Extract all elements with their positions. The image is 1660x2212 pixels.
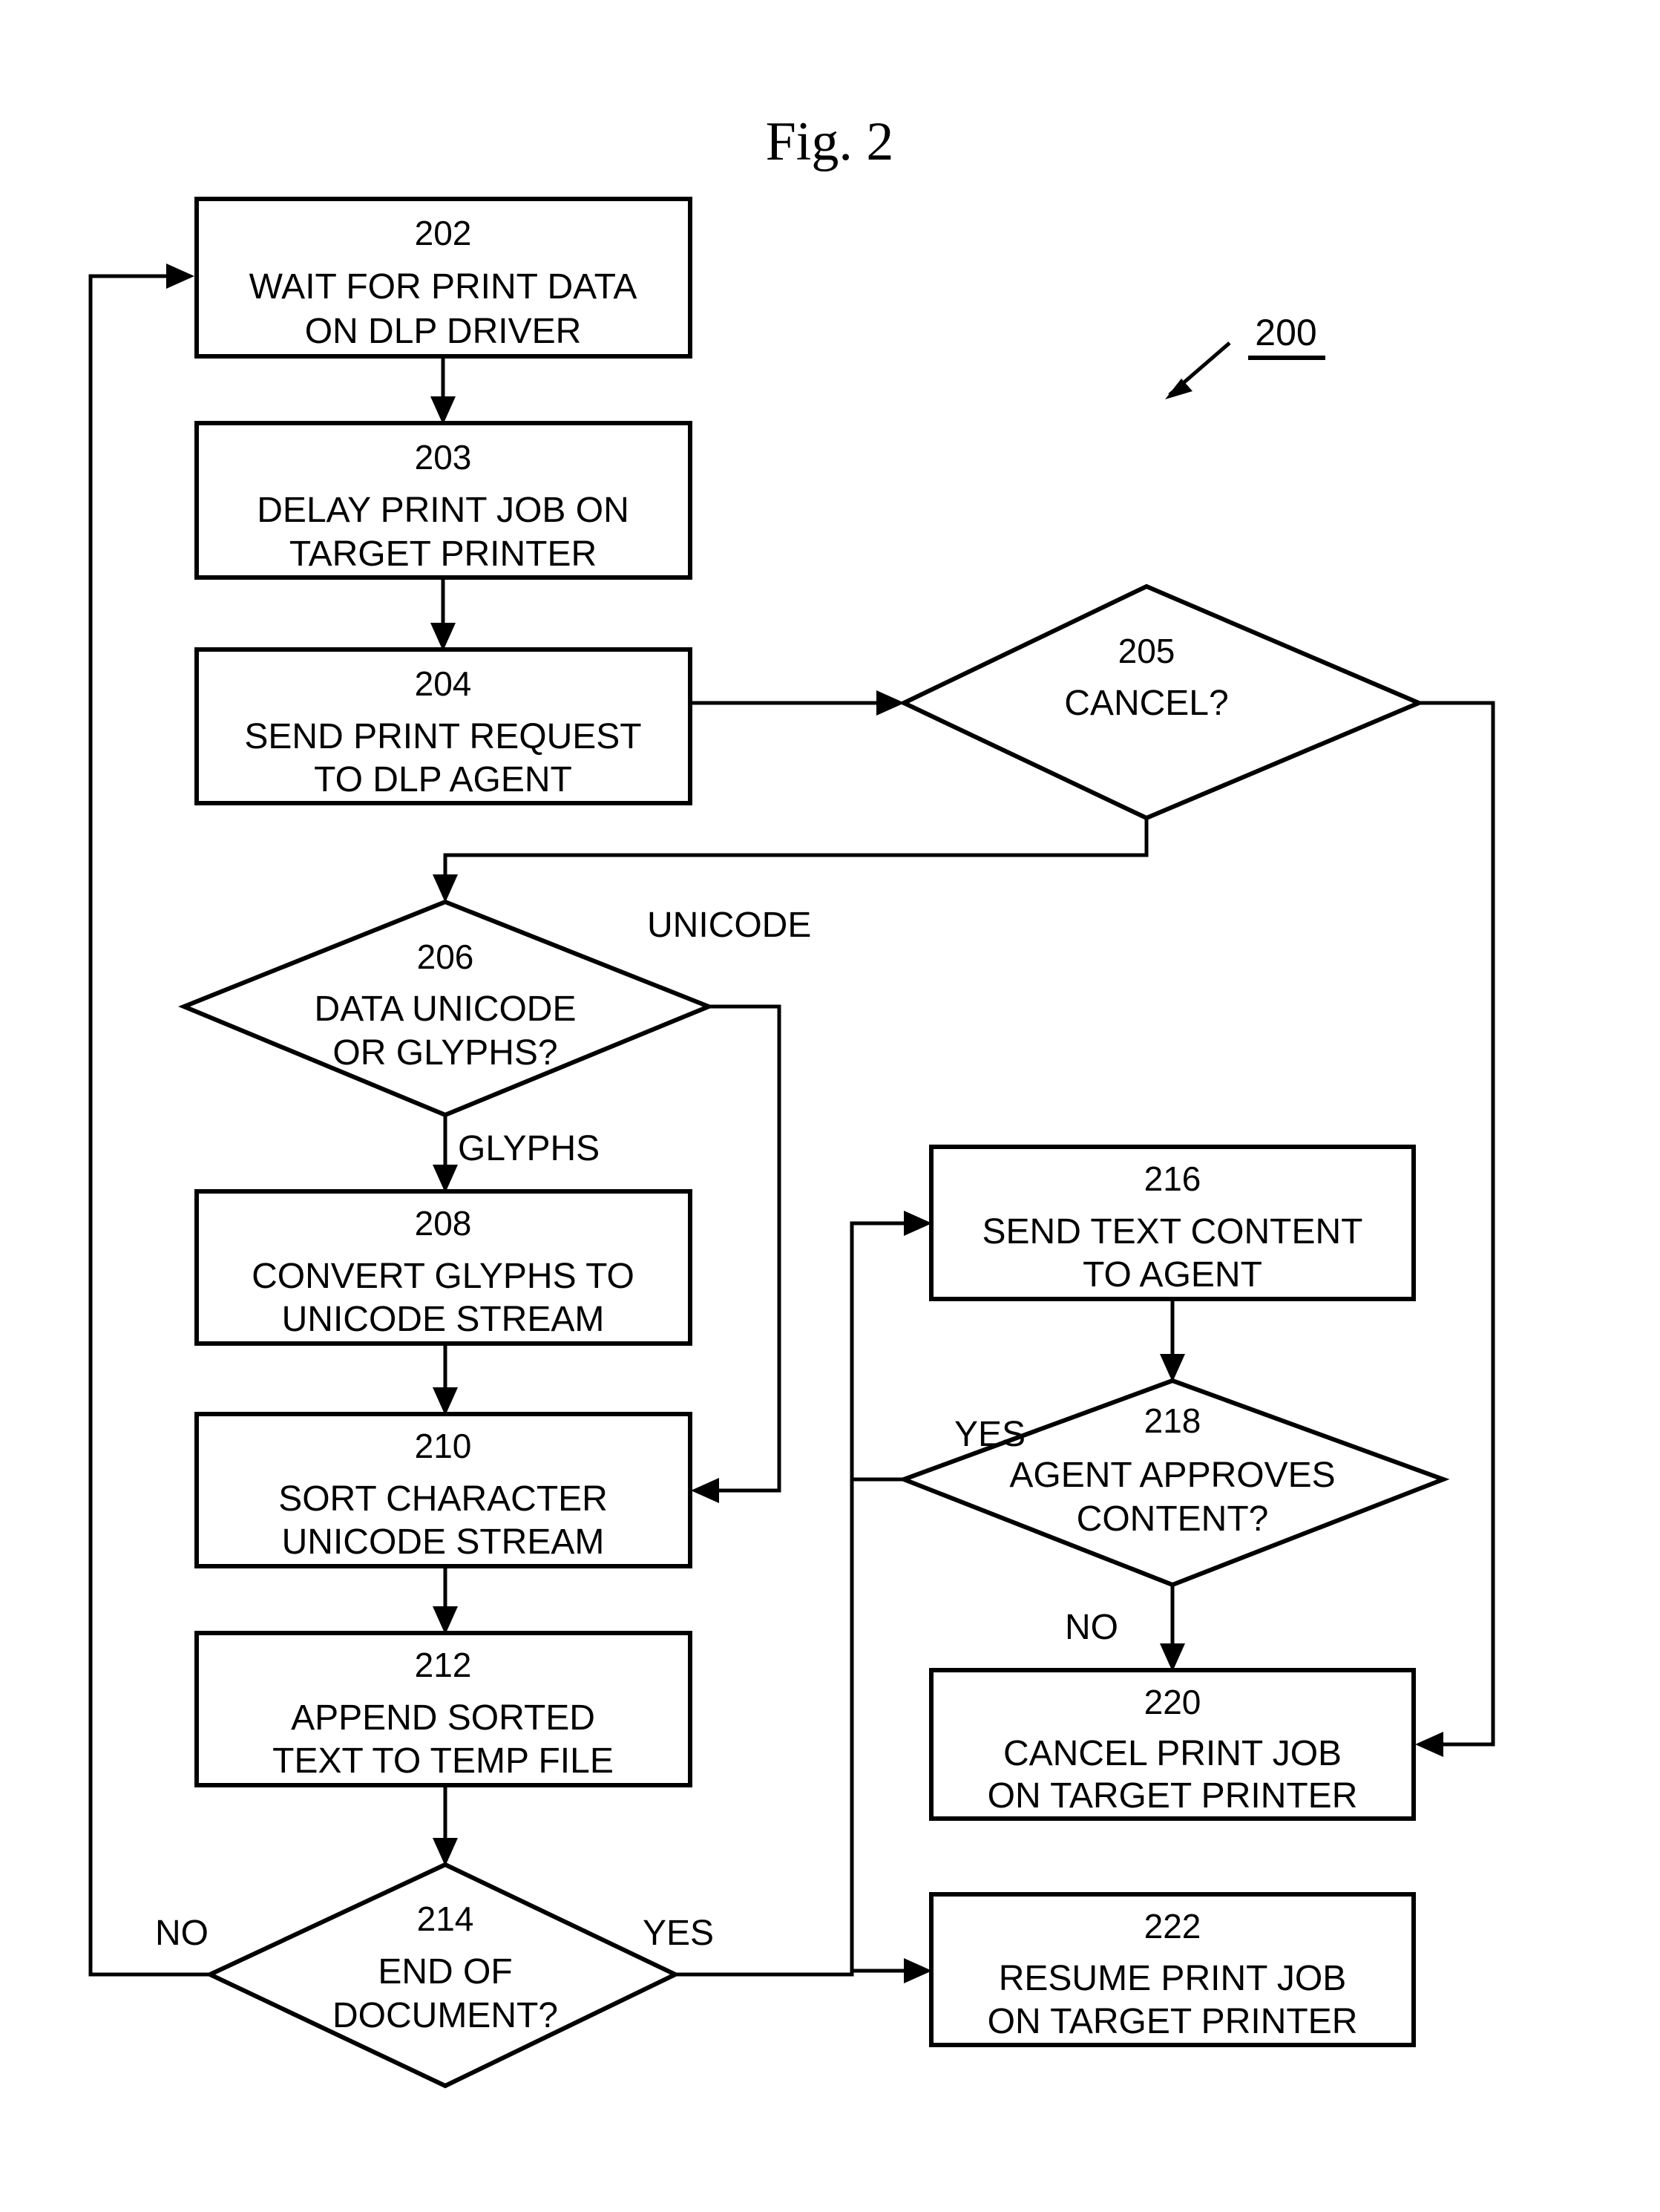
node-212-ref: 212: [415, 1646, 472, 1684]
edge-212-to-214: [433, 1785, 458, 1866]
edge-214-no-to-202: [88, 264, 210, 1977]
node-222[interactable]: 222 RESUME PRINT JOB ON TARGET PRINTER: [929, 1892, 1416, 2047]
edge-206-glyphs-to-208: [433, 1115, 458, 1193]
figure-canvas: Fig. 2 200 202 WAIT FOR PRINT DATA ON DL…: [0, 0, 1660, 2212]
figure-title: Fig. 2: [766, 111, 894, 172]
node-206[interactable]: 206 DATA UNICODE OR GLYPHS?: [178, 899, 715, 1118]
node-214[interactable]: 214 END OF DOCUMENT?: [204, 1862, 680, 2089]
node-202-line2: ON DLP DRIVER: [305, 312, 582, 351]
node-204-ref: 204: [415, 664, 472, 703]
node-203-ref: 203: [415, 438, 472, 477]
node-205-ref: 205: [1118, 632, 1175, 670]
node-208-line1: CONVERT GLYPHS TO: [252, 1257, 634, 1296]
node-214-ref: 214: [417, 1899, 474, 1938]
node-210-ref: 210: [415, 1427, 472, 1465]
node-222-line1: RESUME PRINT JOB: [999, 1959, 1347, 1998]
node-203-line2: TARGET PRINTER: [289, 534, 597, 574]
node-203-line1: DELAY PRINT JOB ON: [257, 491, 629, 530]
edge-216-to-218: [1160, 1299, 1185, 1382]
node-202-ref: 202: [415, 214, 472, 252]
node-208[interactable]: 208 CONVERT GLYPHS TO UNICODE STREAM: [194, 1189, 692, 1346]
node-216-ref: 216: [1144, 1159, 1201, 1198]
node-206-line1: DATA UNICODE: [315, 989, 577, 1029]
edge-204-to-205: [690, 690, 905, 716]
node-218[interactable]: 218 AGENT APPROVES CONTENT?: [897, 1378, 1450, 1588]
node-220-ref: 220: [1144, 1683, 1201, 1721]
node-218-line2: CONTENT?: [1077, 1499, 1269, 1539]
edge-label-glyphs: GLYPHS: [458, 1129, 600, 1168]
node-210-line2: UNICODE STREAM: [282, 1522, 605, 1562]
edge-label-unicode: UNICODE: [647, 906, 811, 945]
node-218-line1: AGENT APPROVES: [1009, 1456, 1335, 1495]
edge-208-to-210: [433, 1344, 458, 1416]
node-214-line1: END OF: [378, 1952, 512, 1992]
node-212[interactable]: 212 APPEND SORTED TEXT TO TEMP FILE: [194, 1631, 692, 1787]
flowchart-svg: Fig. 2 200 202 WAIT FOR PRINT DATA ON DL…: [88, 111, 1495, 2089]
edge-214-yes-rail: [675, 1211, 932, 1977]
edge-203-to-204: [430, 577, 456, 651]
node-216[interactable]: 216 SEND TEXT CONTENT TO AGENT: [929, 1145, 1416, 1301]
node-220[interactable]: 220 CANCEL PRINT JOB ON TARGET PRINTER: [929, 1668, 1416, 1821]
edge-205-cancel-to-220: [1415, 701, 1495, 1757]
edge-218-yes-to-222: [850, 1477, 932, 1983]
edge-label-end-of-doc-no: NO: [155, 1914, 209, 1953]
figure-reference-arrowhead: [1165, 379, 1192, 399]
edge-210-to-212: [433, 1566, 458, 1635]
node-214-line2: DOCUMENT?: [332, 1996, 558, 2035]
node-212-line2: TEXT TO TEMP FILE: [272, 1741, 614, 1781]
node-212-line1: APPEND SORTED: [291, 1698, 595, 1738]
node-218-ref: 218: [1144, 1401, 1201, 1440]
node-204-line1: SEND PRINT REQUEST: [244, 717, 641, 756]
edge-206-unicode-to-210: [691, 1004, 781, 1503]
node-210[interactable]: 210 SORT CHARACTER UNICODE STREAM: [194, 1412, 692, 1568]
node-222-ref: 222: [1144, 1907, 1201, 1946]
node-222-line2: ON TARGET PRINTER: [988, 2002, 1358, 2041]
node-205[interactable]: 205 CANCEL?: [899, 583, 1425, 821]
edge-218-no-to-220: [1160, 1585, 1185, 1672]
node-203[interactable]: 203 DELAY PRINT JOB ON TARGET PRINTER: [194, 421, 692, 580]
edge-label-approves-no: NO: [1065, 1608, 1118, 1647]
node-205-line1: CANCEL?: [1064, 684, 1228, 723]
node-220-line2: ON TARGET PRINTER: [988, 1776, 1358, 1816]
node-206-line2: OR GLYPHS?: [332, 1033, 557, 1073]
node-202-line1: WAIT FOR PRINT DATA: [249, 267, 637, 307]
node-202[interactable]: 202 WAIT FOR PRINT DATA ON DLP DRIVER: [194, 197, 692, 359]
node-204-line2: TO DLP AGENT: [314, 760, 572, 799]
edge-label-end-of-doc-yes: YES: [643, 1914, 714, 1953]
node-220-line1: CANCEL PRINT JOB: [1003, 1734, 1342, 1773]
figure-reference-callout: 200: [1165, 312, 1325, 399]
figure-reference-number: 200: [1255, 312, 1316, 353]
edge-205-to-206: [433, 818, 1149, 903]
node-208-ref: 208: [415, 1204, 472, 1243]
node-208-line2: UNICODE STREAM: [282, 1300, 605, 1339]
node-206-ref: 206: [417, 938, 474, 976]
node-204[interactable]: 204 SEND PRINT REQUEST TO DLP AGENT: [194, 647, 692, 805]
node-216-line1: SEND TEXT CONTENT: [982, 1212, 1363, 1251]
edge-202-to-203: [430, 356, 456, 425]
node-216-line2: TO AGENT: [1083, 1255, 1262, 1295]
edge-label-approves-yes: YES: [954, 1415, 1026, 1454]
node-210-line1: SORT CHARACTER: [278, 1479, 608, 1519]
